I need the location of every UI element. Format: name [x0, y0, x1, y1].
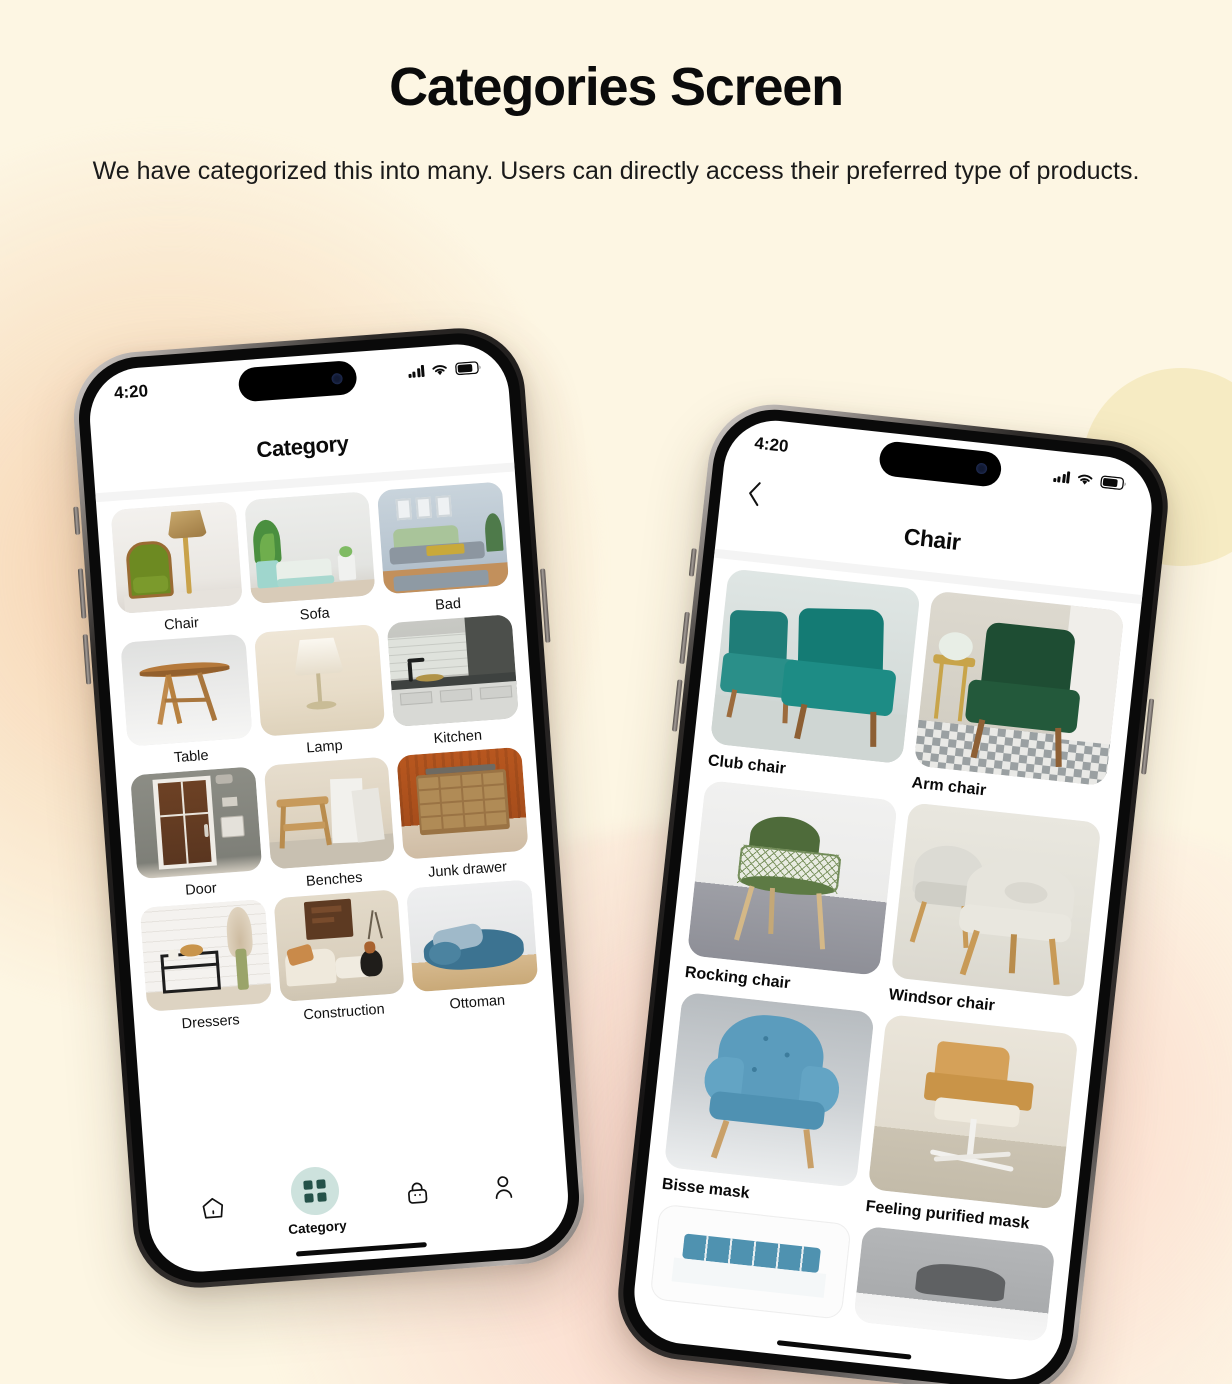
- category-cell-ottoman[interactable]: Ottoman: [406, 879, 540, 1015]
- phone1-screen: 4:20 Category Chair Sofa Bad Table Lamp …: [86, 340, 572, 1276]
- product-cell-windsor-chair[interactable]: Windsor chair: [888, 802, 1102, 1025]
- category-cell-benches[interactable]: Benches: [263, 756, 397, 893]
- product-cell-feeling-purified-mask[interactable]: Feeling purified mask: [865, 1013, 1079, 1237]
- category-thumbnail: [253, 623, 386, 737]
- page-subtitle: We have categorized this into many. User…: [92, 157, 1140, 186]
- category-cell-bad[interactable]: Bad: [377, 481, 511, 617]
- category-thumbnail: [386, 614, 519, 727]
- phone2-bezel: 4:20 Chair Club chair Arm chair Rocking …: [617, 403, 1169, 1384]
- tab-profile[interactable]: [490, 1173, 516, 1202]
- category-cell-junk-drawer[interactable]: Junk drawer: [396, 746, 531, 883]
- wifi-icon: [1078, 474, 1093, 485]
- product-thumbnail: [686, 780, 898, 976]
- category-label: Benches: [305, 869, 363, 890]
- battery-icon: [455, 360, 481, 375]
- category-thumbnail: [139, 898, 272, 1012]
- category-thumbnail: [110, 501, 243, 614]
- product-thumbnail: [853, 1225, 1056, 1343]
- phone2-status-bar: 4:20: [726, 430, 1156, 496]
- category-cell-construction[interactable]: Construction: [273, 889, 407, 1025]
- product-cell-club-chair[interactable]: Club chair: [707, 568, 921, 791]
- product-cell-bisse-mask[interactable]: Bisse mask: [661, 991, 875, 1215]
- category-cell-lamp[interactable]: Lamp: [253, 623, 388, 760]
- home-indicator: [295, 1242, 427, 1257]
- category-thumbnail: [263, 756, 396, 870]
- category-cell-dressers[interactable]: Dressers: [139, 898, 274, 1035]
- status-time: 4:20: [113, 381, 149, 403]
- category-thumbnail: [243, 491, 376, 605]
- home-icon: [202, 1197, 224, 1219]
- cellular-signal-icon: [1052, 470, 1071, 484]
- category-label: Ottoman: [448, 992, 506, 1013]
- product-thumbnail: [663, 991, 875, 1188]
- product-thumbnail: [867, 1013, 1079, 1210]
- tab-label: Category: [287, 1217, 348, 1238]
- category-label: Chair: [163, 615, 200, 634]
- category-cell-chair[interactable]: Chair: [110, 501, 245, 637]
- product-thumbnail: [890, 802, 1102, 999]
- product-cell-partial-blue-sofa[interactable]: [649, 1203, 852, 1329]
- category-thumbnail: [396, 746, 529, 860]
- category-cell-table[interactable]: Table: [120, 633, 254, 770]
- category-label: Door: [184, 880, 218, 899]
- chevron-left-icon: [749, 482, 761, 507]
- product-thumbnail: [709, 568, 921, 765]
- category-label: Table: [173, 747, 210, 767]
- category-cell-kitchen[interactable]: Kitchen: [386, 614, 521, 750]
- category-thumbnail: [273, 889, 406, 1003]
- product-cell-arm-chair[interactable]: Arm chair: [911, 590, 1125, 813]
- tab-bag[interactable]: [404, 1179, 432, 1208]
- product-cell-rocking-chair[interactable]: Rocking chair: [684, 780, 898, 1003]
- page-title: Categories Screen: [389, 57, 844, 117]
- grid-icon: [289, 1165, 341, 1217]
- phone2-page-title: Chair: [902, 523, 962, 556]
- phone1-bezel: 4:20 Category Chair Sofa Bad Table Lamp …: [74, 329, 584, 1287]
- person-icon: [495, 1175, 512, 1199]
- cellular-signal-icon: [407, 364, 425, 379]
- home-indicator: [776, 1340, 912, 1360]
- category-label: Sofa: [299, 605, 331, 624]
- category-label: Bad: [434, 595, 462, 614]
- product-grid: Club chair Arm chair Rocking chair Winds…: [649, 568, 1125, 1351]
- category-label: Construction: [302, 1001, 386, 1024]
- bottom-tab-bar: Category: [145, 1145, 569, 1252]
- phone-mockup-category: 4:20 Category Chair Sofa Bad Table Lamp …: [69, 323, 589, 1293]
- page-header: Categories Screen We have categorized th…: [0, 57, 1232, 192]
- status-icons: [1052, 469, 1127, 490]
- category-thumbnail: [377, 481, 510, 595]
- category-label: Dressers: [181, 1012, 241, 1033]
- status-icons: [407, 360, 481, 379]
- product-cell-partial-grey-chair[interactable]: [852, 1225, 1056, 1351]
- category-grid: Chair Sofa Bad Table Lamp Kitchen Door B…: [110, 481, 540, 1035]
- category-cell-door[interactable]: Door: [130, 766, 264, 902]
- category-label: Kitchen: [433, 727, 483, 748]
- bag-icon: [408, 1182, 428, 1204]
- category-cell-sofa[interactable]: Sofa: [243, 491, 378, 627]
- category-thumbnail: [406, 879, 539, 993]
- category-thumbnail: [130, 766, 263, 880]
- phone2-screen: 4:20 Chair Club chair Arm chair Rocking …: [629, 415, 1157, 1384]
- category-label: Junk drawer: [427, 859, 508, 881]
- tab-category[interactable]: Category: [284, 1165, 347, 1237]
- category-label: Lamp: [305, 737, 344, 757]
- battery-icon: [1100, 475, 1126, 490]
- tab-home[interactable]: [199, 1195, 227, 1223]
- category-thumbnail: [120, 633, 253, 747]
- product-thumbnail: [649, 1203, 852, 1320]
- wifi-icon: [432, 364, 447, 375]
- product-thumbnail: [913, 590, 1125, 787]
- status-time: 4:20: [753, 433, 790, 456]
